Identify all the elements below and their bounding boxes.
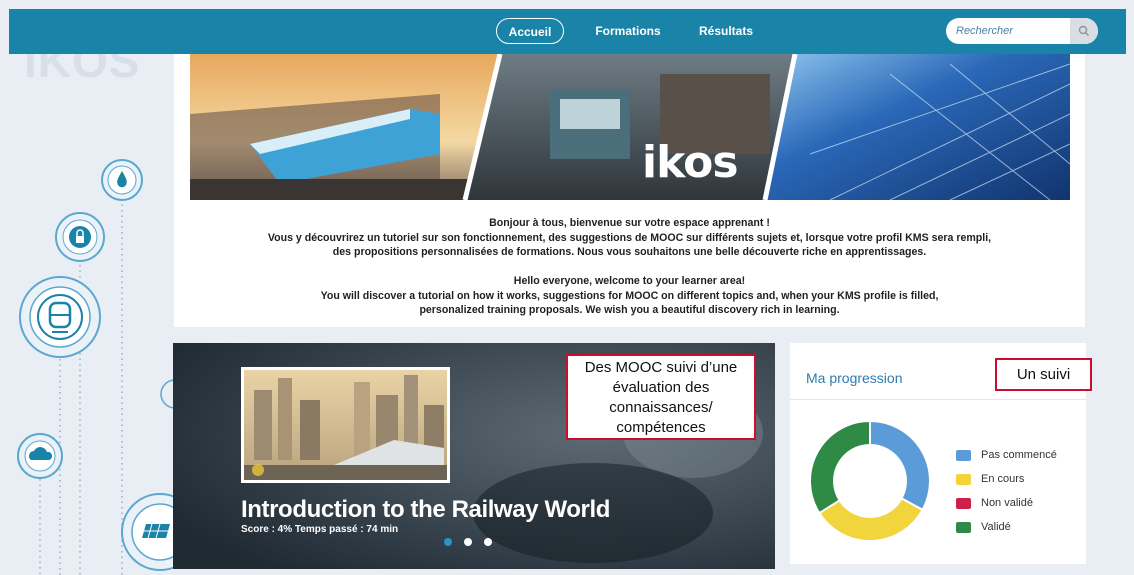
legend-label: En cours bbox=[981, 473, 1025, 485]
legend-pas-commence: Pas commencé bbox=[956, 443, 1057, 467]
carousel-dot-1[interactable] bbox=[444, 538, 452, 546]
legend-swatch-en-cours bbox=[956, 473, 971, 485]
solar-panel-icon bbox=[121, 493, 175, 571]
lock-icon bbox=[55, 212, 105, 262]
legend-label: Non validé bbox=[981, 497, 1033, 509]
donut-slice-en-cours bbox=[817, 496, 924, 542]
course-score-time: Score : 4% Temps passé : 74 min bbox=[241, 524, 399, 535]
search-button[interactable] bbox=[1070, 18, 1098, 44]
carousel-dot-2[interactable] bbox=[464, 538, 472, 546]
banner-image: ikos bbox=[190, 54, 1070, 200]
legend-label: Pas commencé bbox=[981, 449, 1057, 461]
nav-tab-resultats[interactable]: Résultats bbox=[695, 18, 757, 44]
carousel-dot-3[interactable] bbox=[484, 538, 492, 546]
welcome-card: ikos Bonjour à tous, bienvenue sur votre… bbox=[174, 54, 1085, 327]
legend-swatch-valide bbox=[956, 521, 971, 533]
carousel-pagination bbox=[444, 538, 492, 546]
course-thumbnail-image bbox=[244, 370, 447, 480]
progress-donut-chart bbox=[809, 419, 931, 542]
water-drop-icon bbox=[101, 159, 143, 201]
search-box bbox=[946, 18, 1098, 44]
progress-title: Ma progression bbox=[806, 370, 903, 386]
welcome-fr-line-2: Vous y découvrirez un tutoriel sur son f… bbox=[267, 231, 992, 244]
donut-slice-pas-commenc- bbox=[869, 419, 931, 512]
search-input[interactable] bbox=[946, 18, 1068, 44]
legend-swatch-pas-commence bbox=[956, 449, 971, 461]
nav-tab-formations[interactable]: Formations bbox=[593, 18, 663, 44]
course-thumbnail[interactable] bbox=[241, 367, 450, 483]
train-icon bbox=[19, 276, 101, 358]
legend-valide: Validé bbox=[956, 515, 1057, 539]
search-icon bbox=[1078, 25, 1089, 36]
welcome-en-line-3: personalized training proposals. We wish… bbox=[419, 304, 840, 316]
banner-photo-collage bbox=[190, 54, 1070, 200]
legend-label: Validé bbox=[981, 521, 1011, 533]
legend-en-cours: En cours bbox=[956, 467, 1057, 491]
legend-swatch-non-valide bbox=[956, 497, 971, 509]
welcome-fr-line-1: Bonjour à tous, bienvenue sur votre espa… bbox=[489, 217, 770, 229]
donut-slice-valid- bbox=[809, 419, 871, 515]
welcome-fr-line-3: des propositions personnalisées de forma… bbox=[332, 246, 927, 258]
annotation-suivi: Un suivi bbox=[995, 358, 1092, 391]
progress-legend: Pas commencé En cours Non validé Validé bbox=[956, 443, 1057, 539]
course-title[interactable]: Introduction to the Railway World bbox=[241, 496, 610, 524]
annotation-mooc: Des MOOC suivi d’une évaluation des conn… bbox=[566, 354, 756, 440]
cloud-icon bbox=[17, 433, 63, 479]
legend-non-valide: Non validé bbox=[956, 491, 1057, 515]
welcome-message: Bonjour à tous, bienvenue sur votre espa… bbox=[174, 216, 1085, 318]
side-decoration bbox=[17, 159, 175, 575]
top-navigation-bar: Accueil Formations Résultats bbox=[9, 9, 1126, 54]
welcome-en-line-1: Hello everyone, welcome to your learner … bbox=[513, 275, 746, 287]
ikos-logo: ikos bbox=[642, 137, 739, 188]
welcome-en-line-2: You will discover a tutorial on how it w… bbox=[320, 289, 939, 302]
nav-tab-accueil[interactable]: Accueil bbox=[496, 18, 564, 44]
